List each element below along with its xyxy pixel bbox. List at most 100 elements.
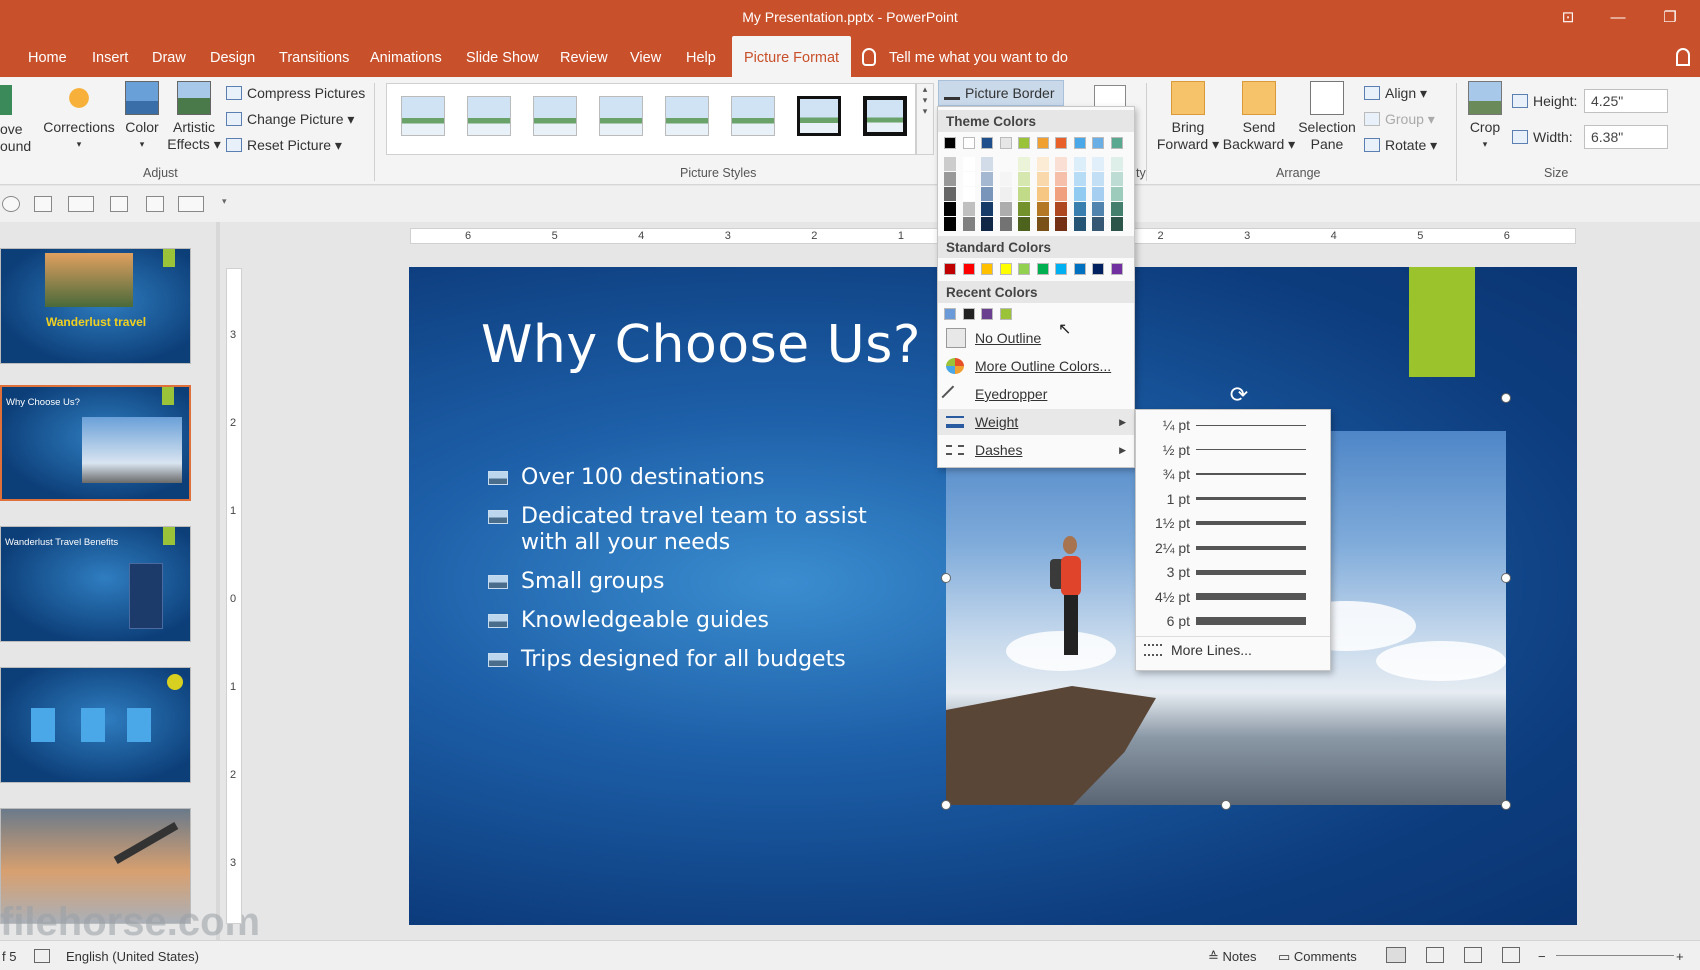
- theme-color-shade-swatch[interactable]: [1073, 202, 1086, 216]
- theme-color-shade-swatch[interactable]: [999, 217, 1012, 231]
- standard-color-swatch[interactable]: [962, 263, 975, 275]
- picture-style-3[interactable]: [533, 96, 577, 136]
- slideshow-view-icon[interactable]: [1502, 947, 1520, 963]
- weight-option[interactable]: 2¼ pt: [1136, 535, 1330, 559]
- selection-pane-button[interactable]: Selection Pane: [1294, 81, 1360, 153]
- corrections-button[interactable]: Corrections ▾: [42, 81, 116, 153]
- theme-color-swatch[interactable]: [962, 137, 975, 149]
- theme-color-shade-swatch[interactable]: [1110, 172, 1123, 186]
- theme-color-swatch[interactable]: [1073, 137, 1086, 149]
- color-button[interactable]: Color ▾: [120, 81, 164, 153]
- slide-thumbnail-3[interactable]: Wanderlust Travel Benefits: [0, 526, 191, 642]
- picture-style-1[interactable]: [401, 96, 445, 136]
- standard-color-swatch[interactable]: [1110, 263, 1123, 275]
- zoom-in-icon[interactable]: +: [1676, 949, 1684, 964]
- tab-view[interactable]: View: [630, 36, 661, 77]
- restore-icon[interactable]: ❐: [1656, 6, 1684, 30]
- reading-view-icon[interactable]: [1464, 947, 1482, 963]
- standard-color-swatch[interactable]: [1092, 263, 1104, 275]
- theme-color-shade-swatch[interactable]: [962, 202, 975, 216]
- theme-color-shade-swatch[interactable]: [1073, 217, 1086, 231]
- width-field[interactable]: 6.38": [1584, 125, 1668, 149]
- rotate-button[interactable]: Rotate ▾: [1364, 137, 1437, 154]
- language-indicator[interactable]: English (United States): [66, 949, 199, 964]
- theme-color-shade-swatch[interactable]: [1018, 157, 1030, 171]
- bring-forward-button[interactable]: Bring Forward ▾: [1152, 81, 1224, 153]
- theme-color-shade-swatch[interactable]: [1110, 157, 1123, 171]
- remove-background-button[interactable]: ove ound: [0, 85, 31, 155]
- theme-color-shade-swatch[interactable]: [1018, 172, 1030, 186]
- more-outline-colors-item[interactable]: More Outline Colors...: [938, 353, 1134, 379]
- height-field[interactable]: 4.25": [1584, 89, 1668, 113]
- theme-color-shade-swatch[interactable]: [999, 187, 1012, 201]
- recent-color-swatch[interactable]: [962, 308, 975, 320]
- theme-color-shade-swatch[interactable]: [999, 172, 1012, 186]
- theme-color-swatch[interactable]: [1018, 137, 1030, 149]
- weight-option[interactable]: 6 pt: [1136, 608, 1330, 632]
- theme-color-shade-swatch[interactable]: [1018, 187, 1030, 201]
- tab-review[interactable]: Review: [560, 36, 608, 77]
- zoom-out-icon[interactable]: −: [1538, 949, 1546, 964]
- standard-color-swatch[interactable]: [981, 263, 993, 275]
- theme-color-swatch[interactable]: [1110, 137, 1123, 149]
- theme-color-shade-swatch[interactable]: [1073, 187, 1086, 201]
- zoom-slider[interactable]: [1556, 955, 1674, 956]
- theme-color-shade-swatch[interactable]: [944, 187, 956, 201]
- tab-transitions[interactable]: Transitions: [279, 36, 349, 77]
- layout-icon[interactable]: [68, 196, 94, 212]
- reset-picture-button[interactable]: Reset Picture ▾: [226, 137, 342, 154]
- theme-color-shade-swatch[interactable]: [962, 172, 975, 186]
- recent-color-swatch[interactable]: [981, 308, 993, 320]
- theme-color-shade-swatch[interactable]: [1055, 217, 1067, 231]
- theme-color-shade-swatch[interactable]: [981, 172, 993, 186]
- theme-color-shade-swatch[interactable]: [1018, 217, 1030, 231]
- slide-bullets[interactable]: Over 100 destinations Dedicated travel t…: [488, 465, 901, 686]
- tab-draw[interactable]: Draw: [152, 36, 186, 77]
- customize-qat-icon[interactable]: ▾: [222, 196, 227, 207]
- theme-color-shade-swatch[interactable]: [1110, 217, 1123, 231]
- theme-color-shade-swatch[interactable]: [1036, 217, 1049, 231]
- tab-insert[interactable]: Insert: [92, 36, 128, 77]
- standard-color-swatch[interactable]: [1018, 263, 1030, 275]
- no-outline-item[interactable]: No Outline: [938, 325, 1134, 351]
- new-slide-icon[interactable]: [34, 196, 52, 212]
- weight-option[interactable]: ½ pt: [1136, 437, 1330, 461]
- standard-color-swatch[interactable]: [999, 263, 1012, 275]
- theme-color-shade-swatch[interactable]: [1073, 157, 1086, 171]
- user-icon[interactable]: [1676, 48, 1690, 66]
- weight-option[interactable]: 1½ pt: [1136, 510, 1330, 534]
- recent-color-swatch[interactable]: [944, 308, 956, 320]
- present-icon[interactable]: [146, 196, 164, 212]
- gallery-scroll[interactable]: ▴ ▾ ▾: [916, 83, 934, 155]
- weight-option[interactable]: 1 pt: [1136, 486, 1330, 510]
- compress-pictures-button[interactable]: Compress Pictures: [226, 85, 365, 101]
- dashes-item[interactable]: Dashes ▶: [938, 437, 1134, 463]
- slide-thumbnail-4[interactable]: [0, 667, 191, 783]
- picture-style-2[interactable]: [467, 96, 511, 136]
- theme-color-shade-swatch[interactable]: [1092, 202, 1104, 216]
- picture-style-7[interactable]: [797, 96, 841, 136]
- tab-home[interactable]: Home: [28, 36, 67, 77]
- pane-splitter[interactable]: [216, 222, 220, 940]
- theme-color-shade-swatch[interactable]: [981, 187, 993, 201]
- standard-color-swatch[interactable]: [1036, 263, 1049, 275]
- theme-color-shade-swatch[interactable]: [1055, 172, 1067, 186]
- theme-color-shade-swatch[interactable]: [1092, 187, 1104, 201]
- tab-animations[interactable]: Animations: [370, 36, 442, 77]
- artistic-effects-button[interactable]: Artistic Effects ▾: [166, 81, 222, 153]
- theme-color-shade-swatch[interactable]: [1092, 172, 1104, 186]
- slide-sorter-icon[interactable]: [1426, 947, 1444, 963]
- tab-design[interactable]: Design: [210, 36, 255, 77]
- picture-style-6[interactable]: [731, 96, 775, 136]
- theme-color-shade-swatch[interactable]: [981, 202, 993, 216]
- tell-me-search[interactable]: Tell me what you want to do: [889, 36, 1068, 77]
- theme-color-shade-swatch[interactable]: [1036, 202, 1049, 216]
- change-picture-button[interactable]: Change Picture ▾: [226, 111, 354, 128]
- standard-color-swatch[interactable]: [1073, 263, 1086, 275]
- standard-color-swatch[interactable]: [944, 263, 956, 275]
- slide-title[interactable]: Why Choose Us?: [481, 315, 921, 375]
- theme-color-shade-swatch[interactable]: [1036, 157, 1049, 171]
- arrange-icon[interactable]: [178, 196, 204, 212]
- group-button[interactable]: Group ▾: [1364, 111, 1435, 128]
- normal-view-icon[interactable]: [1386, 947, 1406, 963]
